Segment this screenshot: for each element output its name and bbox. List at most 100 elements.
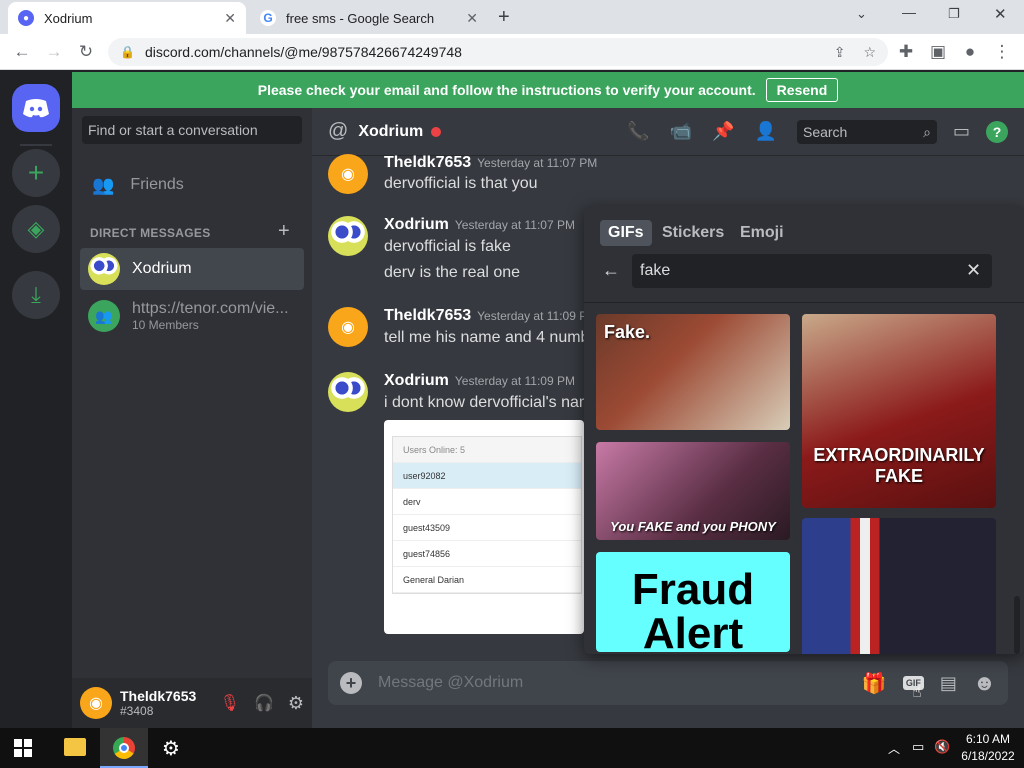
image-attachment[interactable]: Users Online: 5 user92082 derv guest4350… — [384, 420, 584, 634]
resend-button[interactable]: Resend — [765, 78, 839, 102]
verify-email-banner: Please check your email and follow the i… — [72, 72, 1024, 108]
muted-mic-icon[interactable]: 🎙 — [220, 693, 240, 713]
gift-icon[interactable]: 🎁 — [862, 671, 887, 696]
message-author[interactable]: Xodrium Yesterday at 11:09 PM — [384, 372, 575, 390]
voice-call-icon[interactable]: 📞 — [627, 121, 649, 142]
gif-caption: EXTRAORDINARILY FAKE — [813, 445, 985, 486]
emoji-icon[interactable]: ☻ — [973, 670, 996, 696]
gif-result[interactable]: EXTRAORDINARILY FAKE — [802, 314, 996, 508]
bookmark-star-icon[interactable]: ☆ — [863, 44, 876, 61]
settings-gear-icon[interactable]: ⚙ — [288, 693, 304, 714]
message: ◉ Theldk7653 Yesterday at 11:07 PM dervof… — [328, 154, 1008, 202]
user-avatar[interactable]: ◉ — [80, 687, 112, 719]
browser-tab-google[interactable]: G free sms - Google Search ✕ — [250, 2, 488, 34]
gif-picker: GIFs Stickers Emoji ← fake ✕ Fake. EXTRA… — [584, 206, 1024, 654]
restore-button[interactable]: ❐ — [948, 6, 960, 22]
extensions-icon[interactable]: ✚ — [894, 40, 918, 64]
discord-home-icon[interactable] — [12, 84, 60, 132]
search-input[interactable]: Search ⌕ — [796, 119, 937, 144]
clock[interactable]: 6:10 AM 6/18/2022 — [960, 731, 1016, 765]
share-icon[interactable]: ⇪ — [834, 44, 846, 61]
chrome-taskbar-button[interactable] — [100, 728, 148, 768]
side-panel-icon[interactable]: ▣ — [926, 40, 950, 64]
composer-placeholder: Message @Xodrium — [378, 674, 524, 691]
new-tab-button[interactable]: + — [498, 6, 510, 29]
at-sign-icon: @ — [328, 120, 349, 142]
avatar[interactable]: ◉ — [328, 154, 368, 194]
scrollbar[interactable] — [1014, 596, 1020, 654]
profile-icon[interactable]: ● — [958, 40, 982, 64]
tab-title: free sms - Google Search — [286, 10, 435, 26]
close-tab-icon[interactable]: ✕ — [466, 10, 478, 27]
list-item: guest43509 — [393, 515, 581, 541]
tray-chevron-icon[interactable]: ︿ — [888, 740, 900, 757]
message-text: i dont know dervofficial's name — [384, 394, 602, 411]
timestamp: Yesterday at 11:07 PM — [454, 218, 575, 232]
back-arrow-icon[interactable]: ← — [602, 260, 620, 281]
tab-title: Xodrium — [44, 10, 93, 26]
message-author[interactable]: Theldk7653 Yesterday at 11:07 PM — [384, 154, 597, 172]
message-composer[interactable]: + Message @Xodrium 🎁 GIF ▤ ☻ — [328, 661, 1008, 705]
message-author[interactable]: Theldk7653 Yesterday at 11:09 PM — [384, 307, 597, 325]
find-conversation-input[interactable]: Find or start a conversation — [82, 116, 302, 144]
pinned-messages-icon[interactable]: 📌 — [712, 121, 734, 142]
add-server-icon[interactable]: + — [12, 149, 60, 197]
dm-item-group[interactable]: 👥 https://tenor.com/vie... 10 Members — [80, 294, 304, 338]
menu-kebab-icon[interactable]: ⋮ — [990, 40, 1014, 64]
dm-item-xodrium[interactable]: Xodrium — [80, 248, 304, 290]
gif-result[interactable]: You FAKE and you PHONY — [596, 442, 790, 540]
forward-arrow-icon[interactable]: → — [42, 40, 66, 64]
channel-title: Xodrium — [358, 122, 424, 140]
video-call-icon[interactable]: 📹 — [670, 121, 692, 142]
download-apps-icon[interactable]: ⤓ — [12, 271, 60, 319]
explore-compass-icon[interactable]: ◈ — [12, 205, 60, 253]
help-icon[interactable]: ? — [986, 120, 1008, 143]
close-tab-icon[interactable]: ✕ — [224, 10, 236, 27]
gif-result[interactable]: Fake. — [596, 314, 790, 430]
friends-nav-item[interactable]: 👥 Friends — [80, 164, 304, 206]
tab-emoji[interactable]: Emoji — [732, 220, 792, 246]
chrome-icon — [113, 737, 135, 759]
reload-icon[interactable]: ↻ — [74, 40, 98, 64]
username: Theldk7653 — [120, 688, 197, 704]
chat-area: @ Xodrium 📞 📹 📌 👤 Search ⌕ ▭ ? ◉ Theldk7… — [312, 108, 1024, 728]
timestamp: Yesterday at 11:09 PM — [477, 309, 598, 323]
avatar[interactable] — [328, 216, 368, 256]
dnd-status-icon — [431, 126, 442, 137]
headphones-icon[interactable]: 🎧 — [254, 693, 274, 713]
network-icon[interactable]: ▭ — [912, 739, 924, 755]
close-window-button[interactable]: ✕ — [994, 5, 1007, 23]
message-text: dervofficial is that you — [384, 175, 538, 192]
sticker-icon[interactable]: ▤ — [940, 673, 957, 694]
add-friends-to-dm-icon[interactable]: 👤 — [755, 121, 777, 142]
gif-result[interactable] — [802, 518, 996, 654]
guild-divider — [20, 144, 52, 146]
clear-search-icon[interactable]: ✕ — [966, 260, 981, 281]
timestamp: Yesterday at 11:09 PM — [454, 374, 575, 388]
volume-muted-icon[interactable]: 🔇 — [934, 739, 950, 755]
omnibox[interactable]: 🔒 discord.com/channels/@me/9875784266742… — [108, 38, 888, 66]
picker-divider — [584, 302, 1024, 303]
create-dm-plus-icon[interactable]: + — [278, 220, 290, 243]
message-author[interactable]: Xodrium Yesterday at 11:07 PM — [384, 216, 575, 234]
search-placeholder: Search — [802, 123, 848, 140]
friends-icon: 👥 — [92, 174, 115, 195]
tab-search-icon[interactable]: ⌄ — [856, 6, 867, 22]
dm-item-label: Xodrium — [132, 260, 192, 277]
settings-gear-icon[interactable]: ⚙ — [162, 736, 180, 761]
attach-plus-icon[interactable]: + — [340, 672, 362, 694]
gif-search-input[interactable]: fake — [632, 254, 992, 288]
avatar[interactable] — [328, 372, 368, 412]
gif-result[interactable]: Fraud Alert — [596, 552, 790, 652]
browser-tab-discord[interactable]: ● Xodrium ✕ — [8, 2, 246, 34]
inbox-icon[interactable]: ▭ — [953, 121, 970, 142]
file-explorer-icon[interactable] — [64, 738, 86, 756]
avatar[interactable]: ◉ — [328, 307, 368, 347]
tab-stickers[interactable]: Stickers — [654, 220, 732, 246]
tab-gifs[interactable]: GIFs — [600, 220, 652, 246]
minimize-button[interactable]: — — [902, 4, 916, 20]
browser-tab-bar: ● Xodrium ✕ G free sms - Google Search ✕… — [0, 0, 1024, 34]
verify-text: Please check your email and follow the i… — [257, 82, 756, 98]
windows-start-icon[interactable] — [14, 739, 32, 757]
back-arrow-icon[interactable]: ← — [10, 40, 34, 64]
